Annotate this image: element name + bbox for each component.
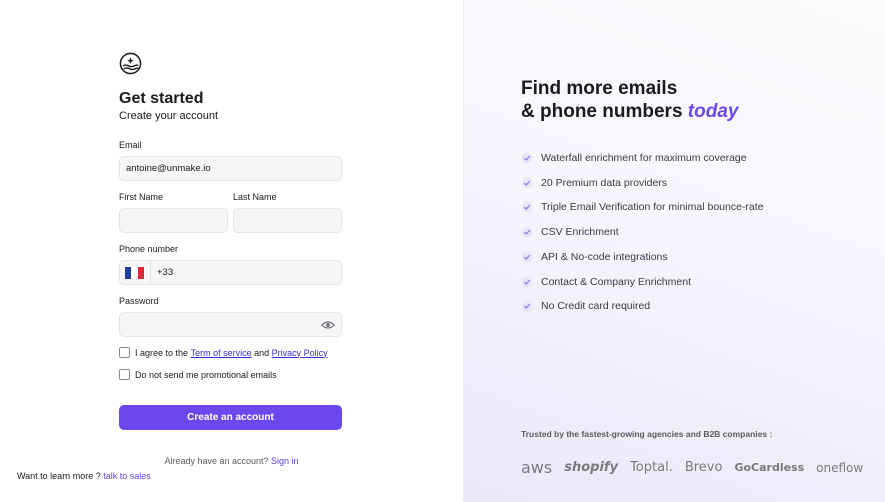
feature-item: Triple Email Verification for minimal bo… [521,201,764,213]
email-value: antoine@unmake.io [126,163,211,174]
oneflow-logo: oneflow [816,460,864,475]
page-title: Get started [119,90,204,107]
check-circle-icon [521,226,533,238]
terms-row: I agree to the Term of service and Priva… [119,347,328,358]
phone-field[interactable]: +33 [119,260,342,285]
feature-label: 20 Premium data providers [541,177,668,189]
check-circle-icon [521,300,533,312]
promo-title-emphasis: today [687,101,739,122]
promo-title-line2: & phone numbers [521,101,683,122]
promo-title-line1: Find more emails [521,78,678,99]
page-subtitle: Create your account [119,110,219,122]
last-name-label: Last Name [233,192,277,202]
feature-label: No Credit card required [541,300,651,312]
terms-checkbox[interactable] [119,347,130,358]
aws-logo: aws [521,458,553,477]
feature-item: CSV Enrichment [521,226,619,238]
feature-label: CSV Enrichment [541,226,619,238]
password-field[interactable] [119,312,342,337]
create-account-button[interactable]: Create an account [119,405,342,430]
check-circle-icon [521,251,533,263]
learn-more: Want to learn more ? talk to sales [17,471,151,481]
brevo-logo: Brevo [684,460,723,475]
check-circle-icon [521,177,533,189]
feature-label: API & No-code integrations [541,251,668,263]
first-name-field[interactable] [119,208,228,233]
feature-item: Waterfall enrichment for maximum coverag… [521,152,747,164]
check-circle-icon [521,201,533,213]
brand-logos: aws shopify Toptal. Brevo GoCardless one… [521,458,863,477]
last-name-field[interactable] [233,208,342,233]
france-flag-icon[interactable] [125,266,144,279]
promo-opt-out-label: Do not send me promotional emails [135,369,277,380]
gocardless-logo: GoCardless [734,461,805,474]
have-account-text: Already have an account? [164,456,269,466]
feature-item: API & No-code integrations [521,251,668,263]
promo-title: Find more emails & phone numbers today [521,77,738,123]
feature-label: Triple Email Verification for minimal bo… [541,201,764,213]
feature-item: No Credit card required [521,300,650,312]
feature-label: Contact & Company Enrichment [541,276,691,288]
shopify-logo: shopify [564,460,619,475]
check-circle-icon [521,276,533,288]
phone-label: Phone number [119,244,179,254]
sign-in-prompt: Already have an account? Sign in [0,456,463,466]
feature-item: Contact & Company Enrichment [521,276,691,288]
terms-link[interactable]: Term of service [191,348,252,358]
privacy-link[interactable]: Privacy Policy [272,348,328,358]
email-field[interactable]: antoine@unmake.io [119,156,342,181]
check-circle-icon [521,152,533,164]
trusted-by-text: Trusted by the fastest-growing agencies … [521,429,773,439]
promo-opt-out-checkbox[interactable] [119,369,130,380]
password-label: Password [119,296,159,306]
sign-in-link[interactable]: Sign in [271,456,299,466]
phone-divider [150,261,151,284]
promo-opt-out-row: Do not send me promotional emails [119,369,277,380]
feature-item: 20 Premium data providers [521,177,667,189]
feature-label: Waterfall enrichment for maximum coverag… [541,152,747,164]
learn-more-text: Want to learn more ? [17,471,101,481]
email-label: Email [119,140,142,150]
logo-icon [119,52,142,75]
eye-icon[interactable] [321,320,335,330]
first-name-label: First Name [119,192,164,202]
toptal-logo: Toptal. [630,460,673,475]
agree-text: I agree to the [135,347,189,358]
phone-prefix: +33 [157,267,174,278]
talk-to-sales-link[interactable]: talk to sales [103,471,151,481]
and-text: and [254,347,270,358]
